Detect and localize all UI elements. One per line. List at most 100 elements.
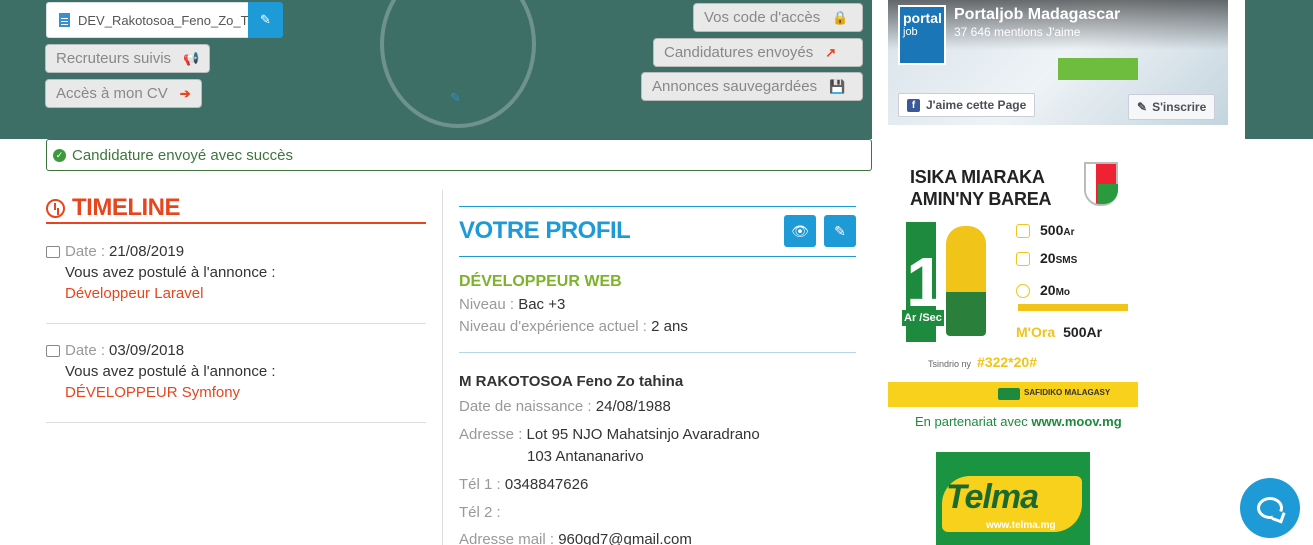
acces-cv-button[interactable]: Accès à mon CV ➔ — [45, 79, 202, 108]
profile-email: Adresse mail : 960gd7@gmail.com — [459, 531, 692, 545]
partner-text: En partenariat avec www.moov.mg — [915, 414, 1122, 429]
email-value: 960gd7@gmail.com — [558, 531, 692, 545]
cv-filename: DEV_Rakotosoa_Feno_Zo_T — [78, 12, 249, 28]
fb-likes-count: 37 646 mentions J'aime — [954, 25, 1081, 39]
portaljob-logo: portal job — [898, 5, 946, 65]
timeline-text: Vous avez postulé à l'annonce : — [65, 363, 276, 380]
megaphone-icon: 📢 — [183, 50, 200, 66]
profile-title-rule — [459, 256, 856, 257]
acces-cv-label: Accès à mon CV — [56, 85, 168, 102]
column-divider — [442, 190, 443, 545]
tel1-label: Tél 1 : — [459, 476, 501, 493]
address-line2: 103 Antananarivo — [527, 448, 644, 465]
timeline-title-text: TIMELINE — [72, 194, 181, 221]
edit-icon: ✎ — [834, 222, 846, 239]
birth-label: Date de naissance : — [459, 398, 592, 415]
check-circle-icon: ✓ — [53, 148, 66, 162]
telma-ad-banner[interactable]: Telma www.telma.mg — [936, 452, 1090, 545]
fb-page-name[interactable]: Portaljob Madagascar — [954, 6, 1120, 24]
edit-icon: ✎ — [260, 12, 271, 27]
profile-top-rule — [459, 206, 856, 207]
offer-ar-unit: Ar — [1063, 227, 1075, 238]
mora-label: M'Ora — [1016, 324, 1056, 340]
offer-sms-unit: SMS — [1055, 255, 1078, 266]
sign-in-icon: ➔ — [179, 85, 191, 101]
address-label: Adresse : — [459, 426, 523, 443]
profile-birth: Date de naissance : 24/08/1988 — [459, 398, 671, 415]
profile-niveau: Niveau : Bac +3 — [459, 296, 565, 313]
chat-widget-button[interactable] — [1240, 478, 1300, 538]
globe-icon — [1016, 284, 1030, 298]
annonces-label: Annonces sauvegardées — [652, 78, 818, 95]
moov-ad-headline-line1: ISIKA MIARAKA — [910, 167, 1045, 187]
view-profile-button[interactable]: 👁 — [784, 215, 816, 247]
timeline-text: Vous avez postulé à l'annonce : — [65, 264, 276, 281]
partner-label: En partenariat avec — [915, 414, 1028, 429]
timeline-job-link[interactable]: Développeur Laravel — [46, 285, 426, 302]
telma-url: www.telma.mg — [986, 520, 1056, 531]
moov-offer-sms: 20SMS — [1040, 250, 1077, 266]
profile-address-line2: 103 Antananarivo — [527, 448, 644, 465]
timeline-date-label: Date : — [65, 243, 106, 260]
candidatures-label: Candidatures envoyés — [664, 44, 814, 61]
cv-file-field[interactable]: DEV_Rakotosoa_Feno_Zo_T — [46, 2, 252, 38]
offer-mo-unit: Mo — [1055, 287, 1071, 298]
profile-divider — [459, 352, 856, 353]
profile-job-title: DÉVELOPPEUR WEB — [459, 273, 622, 290]
timeline-divider — [46, 323, 426, 324]
clock-icon — [46, 198, 65, 218]
save-icon: 💾 — [829, 78, 846, 94]
moov-ad-headline: ISIKA MIARAKA AMIN'NY BAREA — [910, 166, 1052, 210]
moov-ad-headline-line2: AMIN'NY BAREA — [910, 189, 1052, 209]
annonces-button[interactable]: Annonces sauvegardées 💾 — [641, 72, 863, 101]
tel2-label: Tél 2 : — [459, 504, 501, 521]
offer-sms-value: 20 — [1040, 250, 1056, 266]
recruteurs-suivis-label: Recruteurs suivis — [56, 50, 172, 67]
success-alert: ✓ Candidature envoyé avec succès — [46, 139, 872, 171]
mora-price: 500Ar — [1063, 324, 1103, 340]
timeline-job-link[interactable]: DÉVELOPPEUR Symfony — [46, 384, 426, 401]
recruteurs-suivis-button[interactable]: Recruteurs suivis 📢 — [45, 44, 211, 73]
timeline-date-label: Date : — [65, 342, 106, 359]
fb-like-button[interactable]: f J'aime cette Page — [898, 93, 1036, 117]
chat-bubble-icon — [1257, 497, 1283, 519]
code-acces-button[interactable]: Vos code d'accès 🔒 — [693, 3, 863, 32]
eye-icon: 👁 — [791, 222, 809, 239]
madagascar-shield-icon — [1084, 162, 1118, 206]
niveau-label: Niveau : — [459, 296, 515, 313]
profile-name: M RAKOTOSOA Feno Zo tahina — [459, 373, 684, 390]
fb-subscribe-label: S'inscrire — [1152, 100, 1207, 114]
edit-profile-button[interactable]: ✎ — [824, 215, 856, 247]
timeline-title: TIMELINE — [46, 194, 181, 222]
partner-link[interactable]: www.moov.mg — [1031, 414, 1121, 429]
fb-subscribe-button[interactable]: ✎ S'inscrire — [1128, 94, 1216, 120]
birth-value: 24/08/1988 — [595, 398, 671, 415]
moov-ad-footer: SAFIDIKO MALAGASY — [888, 382, 1138, 407]
moov-ad-arsec: Ar /Sec — [902, 310, 944, 326]
moov-ad-banner[interactable]: ISIKA MIARAKA AMIN'NY BAREA 1 Ar /Sec 50… — [888, 160, 1138, 410]
timeline-underline — [46, 222, 426, 224]
experience-label: Niveau d'expérience actuel : — [459, 318, 647, 335]
page: DEV_Rakotosoa_Feno_Zo_T ✎ Recruteurs sui… — [0, 0, 1313, 545]
cv-edit-button[interactable]: ✎ — [248, 2, 283, 38]
share-icon — [46, 344, 60, 357]
success-message: Candidature envoyé avec succès — [72, 146, 293, 164]
moov-offer-ar: 500Ar — [1040, 222, 1074, 238]
profile-experience: Niveau d'expérience actuel : 2 ans — [459, 318, 688, 335]
profile-tel1: Tél 1 : 0348847626 — [459, 476, 588, 493]
timeline-entry: Date : 03/09/2018 Vous avez postulé à l'… — [46, 342, 426, 401]
avatar-edit-icon[interactable]: ✎ — [450, 90, 461, 106]
offer-mo-value: 20 — [1040, 282, 1056, 298]
code-label: Tsindrio ny — [928, 359, 972, 369]
code-value: #322*20# — [977, 354, 1037, 370]
telma-wordmark: Telma — [946, 478, 1039, 516]
candidatures-button[interactable]: Candidatures envoyés ↗ — [653, 38, 863, 67]
lock-icon: 🔒 — [832, 9, 849, 25]
facebook-page-widget[interactable]: portal job Portaljob Madagascar 37 646 me… — [888, 0, 1228, 125]
address-line1: Lot 95 NJO Mahatsinjo Avaradrano — [526, 426, 760, 443]
tel1-value: 0348847626 — [504, 476, 589, 493]
pencil-icon: ✎ — [1137, 100, 1148, 114]
telma-mini-logo — [998, 388, 1020, 400]
profile-tel2: Tél 2 : — [459, 504, 501, 521]
niveau-value: Bac +3 — [518, 296, 566, 313]
